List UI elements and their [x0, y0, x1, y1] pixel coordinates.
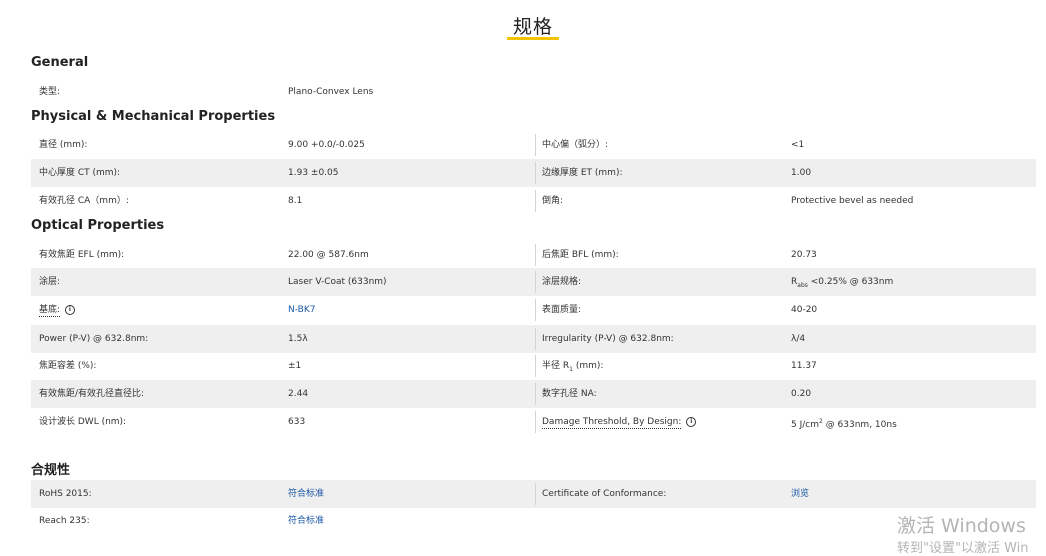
spec-value: Rabs <0.25% @ 633nm [791, 268, 893, 296]
spec-row-aperture: 有效孔径 CA（mm）: 8.1 倒角: Protective bevel as… [31, 187, 1036, 215]
spec-row-coating: 涂层: Laser V-Coat (633nm) 涂层规格: Rabs <0.2… [31, 268, 1036, 296]
spec-value: Protective bevel as needed [791, 196, 914, 206]
spec-label: 涂层: [39, 277, 61, 287]
spec-value: 22.00 @ 587.6nm [288, 250, 369, 260]
spec-label: 倒角: [542, 196, 564, 206]
spec-row-efl: 有效焦距 EFL (mm): 22.00 @ 587.6nm 后焦距 BFL (… [31, 241, 1036, 269]
spec-row-wavelength: 设计波长 DWL (nm): 633 Damage Threshold, By … [31, 408, 1036, 436]
spec-value: 1.93 ±0.05 [288, 168, 339, 178]
info-icon[interactable]: i [686, 416, 697, 427]
section-title-general: General [31, 55, 89, 70]
spec-label: 类型: [39, 87, 61, 97]
spec-label: 基底: [39, 305, 61, 317]
coating-spec-sub: abs [797, 281, 808, 289]
spec-row-power: Power (P-V) @ 632.8nm: 1.5λ Irregularity… [31, 325, 1036, 353]
spec-value: Laser V-Coat (633nm) [288, 277, 387, 287]
spec-value: λ/4 [791, 334, 806, 344]
spec-row-substrate: 基底: i N-BK7 表面质量: 40-20 [31, 296, 1036, 324]
damage-value-pre: 5 J/cm [791, 420, 819, 430]
rohs-link[interactable]: 符合标准 [288, 480, 324, 508]
spec-row-rohs: RoHS 2015: 符合标准 Certificate of Conforman… [31, 480, 1036, 508]
column-divider [535, 383, 536, 405]
spec-label: Reach 235: [39, 516, 90, 526]
page-title: 规格 [512, 16, 553, 38]
spec-label: 焦距容差 (%): [39, 361, 97, 371]
spec-label: 涂层规格: [542, 277, 582, 287]
spec-value: 11.37 [791, 361, 817, 371]
spec-value: 1.00 [791, 168, 812, 178]
coating-spec-rest: <0.25% @ 633nm [807, 277, 894, 287]
title-underline [507, 37, 559, 40]
spec-value: Plano-Convex Lens [288, 87, 374, 97]
spec-row-type: 类型: Plano-Convex Lens [31, 78, 1036, 106]
spec-row-fnumber: 有效焦距/有效孔径直径比: 2.44 数字孔径 NA: 0.20 [31, 380, 1036, 408]
activation-watermark-subtitle: 转到"设置"以激活 Win [897, 541, 1029, 556]
spec-label: 中心偏（弧分）: [542, 140, 609, 150]
damage-label-tooltip[interactable]: Damage Threshold, By Design: i [542, 408, 697, 436]
section-title-physical: Physical & Mechanical Properties [31, 109, 276, 124]
activation-watermark-title: 激活 Windows [897, 515, 1026, 537]
spec-label: 表面质量: [542, 305, 582, 315]
spec-value: 9.00 +0.0/-0.025 [288, 140, 365, 150]
column-divider [535, 299, 536, 321]
spec-label: 后焦距 BFL (mm): [542, 250, 619, 260]
section-title-compliance: 合规性 [31, 463, 71, 478]
info-icon[interactable]: i [64, 304, 75, 315]
spec-label: 中心厚度 CT (mm): [39, 168, 121, 178]
column-divider [535, 190, 536, 212]
spec-value: 20.73 [791, 250, 817, 260]
spec-value: 8.1 [288, 196, 303, 206]
substrate-label-tooltip[interactable]: 基底: i [39, 296, 75, 324]
spec-value: 633 [288, 417, 306, 427]
spec-row-reach: Reach 235: 符合标准 [31, 507, 1036, 535]
spec-label: Power (P-V) @ 632.8nm: [39, 334, 149, 344]
spec-label: Irregularity (P-V) @ 632.8nm: [542, 334, 674, 344]
spec-label: 直径 (mm): [39, 140, 88, 150]
spec-label: Damage Threshold, By Design: [542, 417, 682, 429]
spec-label: 设计波长 DWL (nm): [39, 417, 127, 427]
radius-label-pre: 半径 R [542, 361, 570, 371]
column-divider [535, 483, 536, 505]
column-divider [535, 134, 536, 156]
column-divider [535, 162, 536, 184]
spec-row-diameter: 直径 (mm): 9.00 +0.0/-0.025 中心偏（弧分）: <1 [31, 131, 1036, 159]
column-divider [535, 328, 536, 350]
spec-label: 有效焦距/有效孔径直径比: [39, 389, 145, 399]
spec-value: ±1 [288, 361, 302, 371]
radius-label-post: (mm): [572, 361, 604, 371]
spec-value: 5 J/cm2 @ 633nm, 10ns [791, 408, 897, 436]
substrate-link[interactable]: N-BK7 [288, 296, 315, 324]
spec-label: RoHS 2015: [39, 489, 92, 499]
column-divider [535, 355, 536, 377]
column-divider [535, 271, 536, 293]
column-divider [535, 244, 536, 266]
spec-value: 40-20 [791, 305, 818, 315]
reach-link[interactable]: 符合标准 [288, 507, 324, 535]
spec-label: 数字孔径 NA: [542, 389, 597, 399]
spec-value: 1.5λ [288, 334, 308, 344]
column-divider [535, 411, 536, 433]
spec-label: 有效孔径 CA（mm）: [39, 196, 129, 206]
spec-row-thickness: 中心厚度 CT (mm): 1.93 ±0.05 边缘厚度 ET (mm): 1… [31, 159, 1036, 187]
spec-label: 边缘厚度 ET (mm): [542, 168, 623, 178]
spec-value: <1 [791, 140, 805, 150]
spec-value: 2.44 [288, 389, 309, 399]
spec-label: 半径 R1 (mm): [542, 352, 603, 380]
spec-label: 有效焦距 EFL (mm): [39, 250, 125, 260]
spec-row-tolerance: 焦距容差 (%): ±1 半径 R1 (mm): 11.37 [31, 352, 1036, 380]
spec-label: Certificate of Conformance: [542, 489, 667, 499]
spec-value: 0.20 [791, 389, 812, 399]
section-title-optical: Optical Properties [31, 218, 165, 233]
coc-view-link[interactable]: 浏览 [791, 480, 809, 508]
damage-value-post: @ 633nm, 10ns [822, 420, 897, 430]
